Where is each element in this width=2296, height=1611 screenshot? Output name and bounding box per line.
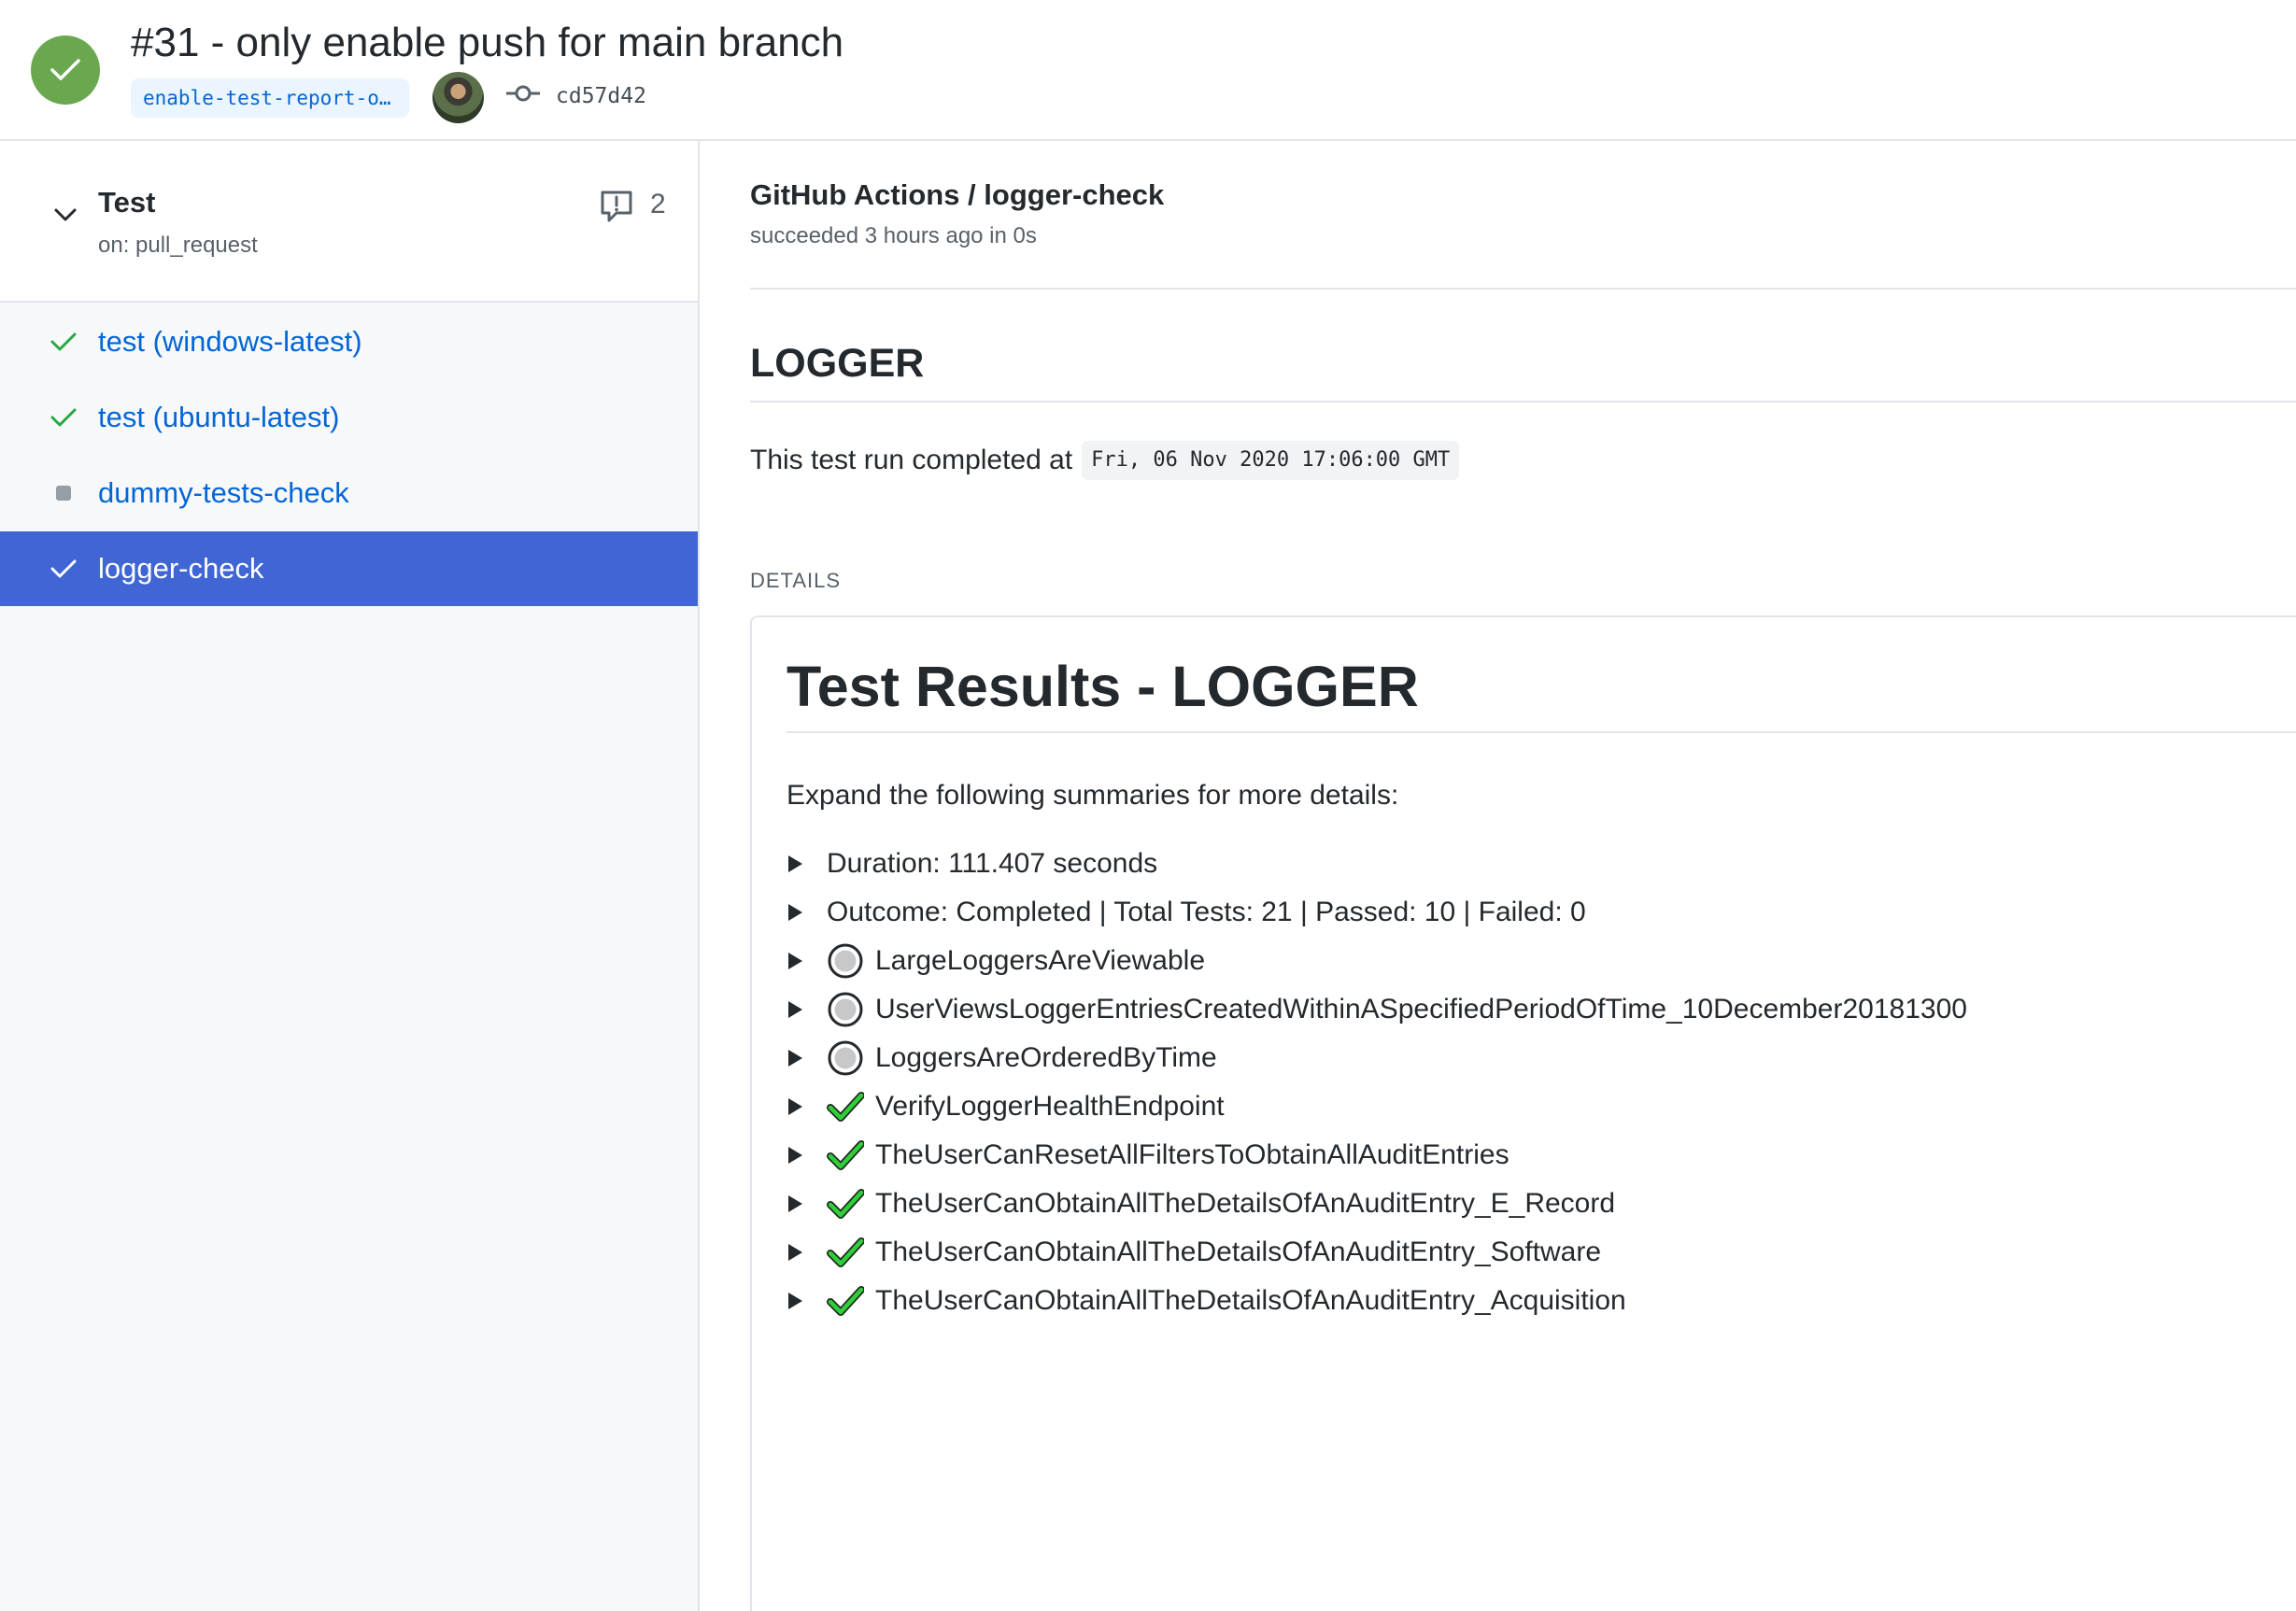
job-label[interactable]: test (windows-latest) bbox=[98, 323, 362, 360]
disclosure-triangle-icon[interactable] bbox=[788, 1244, 802, 1261]
disclosure-triangle-icon[interactable] bbox=[788, 1147, 802, 1164]
test-name: TheUserCanResetAllFiltersToObtainAllAudi… bbox=[875, 1139, 1509, 1170]
chevron-down-icon[interactable] bbox=[51, 201, 79, 229]
workflow-sidebar: Test on: pull_request 2 test (windows-la… bbox=[0, 141, 700, 1611]
workflow-trigger: on: pull_request bbox=[98, 233, 258, 258]
test-name: TheUserCanObtainAllTheDetailsOfAnAuditEn… bbox=[875, 1285, 1626, 1316]
disclosure-triangle-icon[interactable] bbox=[788, 1195, 802, 1212]
pass-check-icon bbox=[827, 1286, 864, 1316]
details-panel: Test Results - LOGGER Expand the followi… bbox=[750, 615, 2296, 1611]
disclosure-triangle-icon[interactable] bbox=[788, 1293, 802, 1309]
branch-tag[interactable]: enable-test-report-o… bbox=[131, 78, 409, 118]
job-item-dummy-tests-check[interactable]: dummy-tests-check bbox=[0, 456, 698, 530]
details-label: DETAILS bbox=[750, 569, 842, 592]
disclosure-triangle-icon[interactable] bbox=[788, 855, 802, 872]
pass-check-icon bbox=[827, 1237, 864, 1267]
test-result-row[interactable]: UserViewsLoggerEntriesCreatedWithinASpec… bbox=[787, 988, 1967, 1031]
disclosure-triangle-icon[interactable] bbox=[788, 1098, 802, 1115]
test-name: VerifyLoggerHealthEndpoint bbox=[875, 1091, 1225, 1122]
pass-check-icon bbox=[827, 1189, 864, 1219]
commit-sha-link[interactable]: cd57d42 bbox=[556, 79, 646, 113]
skipped-circle-icon bbox=[828, 992, 863, 1027]
summary-outcome[interactable]: Outcome: Completed | Total Tests: 21 | P… bbox=[787, 891, 1586, 934]
report-intro: Expand the following summaries for more … bbox=[787, 780, 1399, 811]
run-title: #31 - only enable push for main branch bbox=[131, 20, 844, 65]
run-success-icon bbox=[31, 35, 100, 105]
test-name: TheUserCanObtainAllTheDetailsOfAnAuditEn… bbox=[875, 1237, 1602, 1267]
workflow-name: Test bbox=[98, 186, 156, 219]
test-name: LargeLoggersAreViewable bbox=[875, 945, 1206, 976]
disclosure-triangle-icon[interactable] bbox=[788, 1001, 802, 1018]
check-icon bbox=[49, 403, 78, 432]
job-item-test-ubuntu-latest[interactable]: test (ubuntu-latest) bbox=[0, 380, 698, 455]
skipped-icon bbox=[49, 478, 78, 508]
test-result-row[interactable]: TheUserCanResetAllFiltersToObtainAllAudi… bbox=[787, 1134, 1509, 1177]
divider bbox=[750, 288, 2296, 290]
job-label[interactable]: logger-check bbox=[98, 550, 263, 587]
test-result-row[interactable]: LoggersAreOrderedByTime bbox=[787, 1037, 1217, 1080]
run-header: #31 - only enable push for main branch e… bbox=[0, 0, 2296, 141]
pass-check-icon bbox=[827, 1140, 864, 1170]
job-label[interactable]: dummy-tests-check bbox=[98, 474, 349, 512]
job-item-test-windows-latest[interactable]: test (windows-latest) bbox=[0, 304, 698, 379]
check-icon bbox=[49, 327, 78, 357]
job-item-logger-check[interactable]: logger-check bbox=[0, 531, 698, 606]
disclosure-triangle-icon[interactable] bbox=[788, 953, 802, 969]
completed-prefix: This test run completed at bbox=[750, 445, 1073, 475]
completed-time: Fri, 06 Nov 2020 17:06:00 GMT bbox=[1082, 441, 1460, 480]
avatar[interactable] bbox=[432, 72, 484, 123]
check-run-status: succeeded 3 hours ago in 0s bbox=[750, 223, 1037, 248]
test-result-row[interactable]: TheUserCanObtainAllTheDetailsOfAnAuditEn… bbox=[787, 1279, 1626, 1322]
job-label[interactable]: test (ubuntu-latest) bbox=[98, 399, 339, 436]
test-result-row[interactable]: TheUserCanObtainAllTheDetailsOfAnAuditEn… bbox=[787, 1231, 1601, 1274]
test-result-row[interactable]: LargeLoggersAreViewable bbox=[787, 940, 1205, 982]
disclosure-triangle-icon[interactable] bbox=[788, 904, 802, 921]
test-name: UserViewsLoggerEntriesCreatedWithinASpec… bbox=[875, 994, 1967, 1025]
annotation-alert-icon[interactable] bbox=[598, 188, 635, 225]
skipped-circle-icon bbox=[828, 943, 863, 979]
divider bbox=[750, 401, 2296, 403]
summary-title: LOGGER bbox=[750, 341, 925, 386]
test-name: TheUserCanObtainAllTheDetailsOfAnAuditEn… bbox=[875, 1188, 1616, 1219]
report-title: Test Results - LOGGER bbox=[787, 655, 1419, 718]
pass-check-icon bbox=[827, 1092, 864, 1122]
summary-duration[interactable]: Duration: 111.407 seconds bbox=[787, 842, 1157, 885]
completed-line: This test run completed at Fri, 06 Nov 2… bbox=[750, 440, 1460, 481]
test-name: LoggersAreOrderedByTime bbox=[875, 1042, 1217, 1073]
test-result-row[interactable]: VerifyLoggerHealthEndpoint bbox=[787, 1085, 1225, 1128]
check-run-title: GitHub Actions / logger-check bbox=[750, 178, 1165, 211]
check-run-panel: GitHub Actions / logger-check succeeded … bbox=[702, 141, 2296, 1611]
skipped-circle-icon bbox=[828, 1040, 863, 1076]
test-result-row[interactable]: TheUserCanObtainAllTheDetailsOfAnAuditEn… bbox=[787, 1182, 1615, 1225]
check-icon bbox=[49, 554, 78, 584]
divider bbox=[787, 731, 2296, 733]
summary-text: Outcome: Completed | Total Tests: 21 | P… bbox=[827, 897, 1586, 927]
summary-text: Duration: 111.407 seconds bbox=[827, 848, 1158, 879]
workflow-header: Test on: pull_request 2 bbox=[0, 141, 698, 303]
annotations-count[interactable]: 2 bbox=[650, 186, 666, 223]
disclosure-triangle-icon[interactable] bbox=[788, 1050, 802, 1067]
git-commit-icon bbox=[506, 85, 540, 102]
